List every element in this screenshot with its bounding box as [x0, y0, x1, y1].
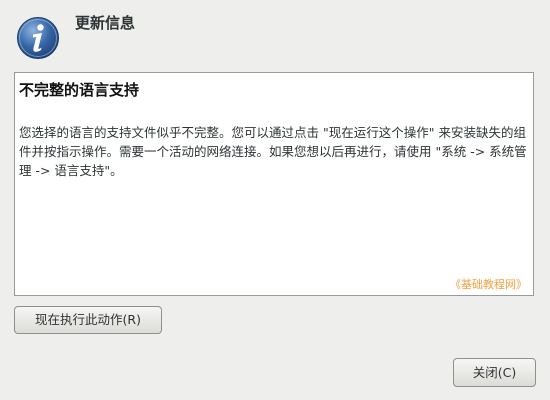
- close-button[interactable]: 关闭(C): [453, 358, 536, 387]
- dialog-title: 更新信息: [75, 14, 136, 32]
- message-heading: 不完整的语言支持: [19, 81, 140, 99]
- info-icon: [17, 17, 59, 59]
- message-body: 您选择的语言的支持文件似乎不完整。您可以通过点击 "现在运行这个操作" 来安装缺…: [19, 125, 527, 178]
- dialog-header: 更新信息: [0, 0, 550, 70]
- watermark-text: 《基础教程网》: [450, 278, 527, 291]
- run-action-button[interactable]: 现在执行此动作(R): [14, 306, 162, 334]
- message-panel: 不完整的语言支持 您选择的语言的支持文件似乎不完整。您可以通过点击 "现在运行这…: [14, 72, 534, 296]
